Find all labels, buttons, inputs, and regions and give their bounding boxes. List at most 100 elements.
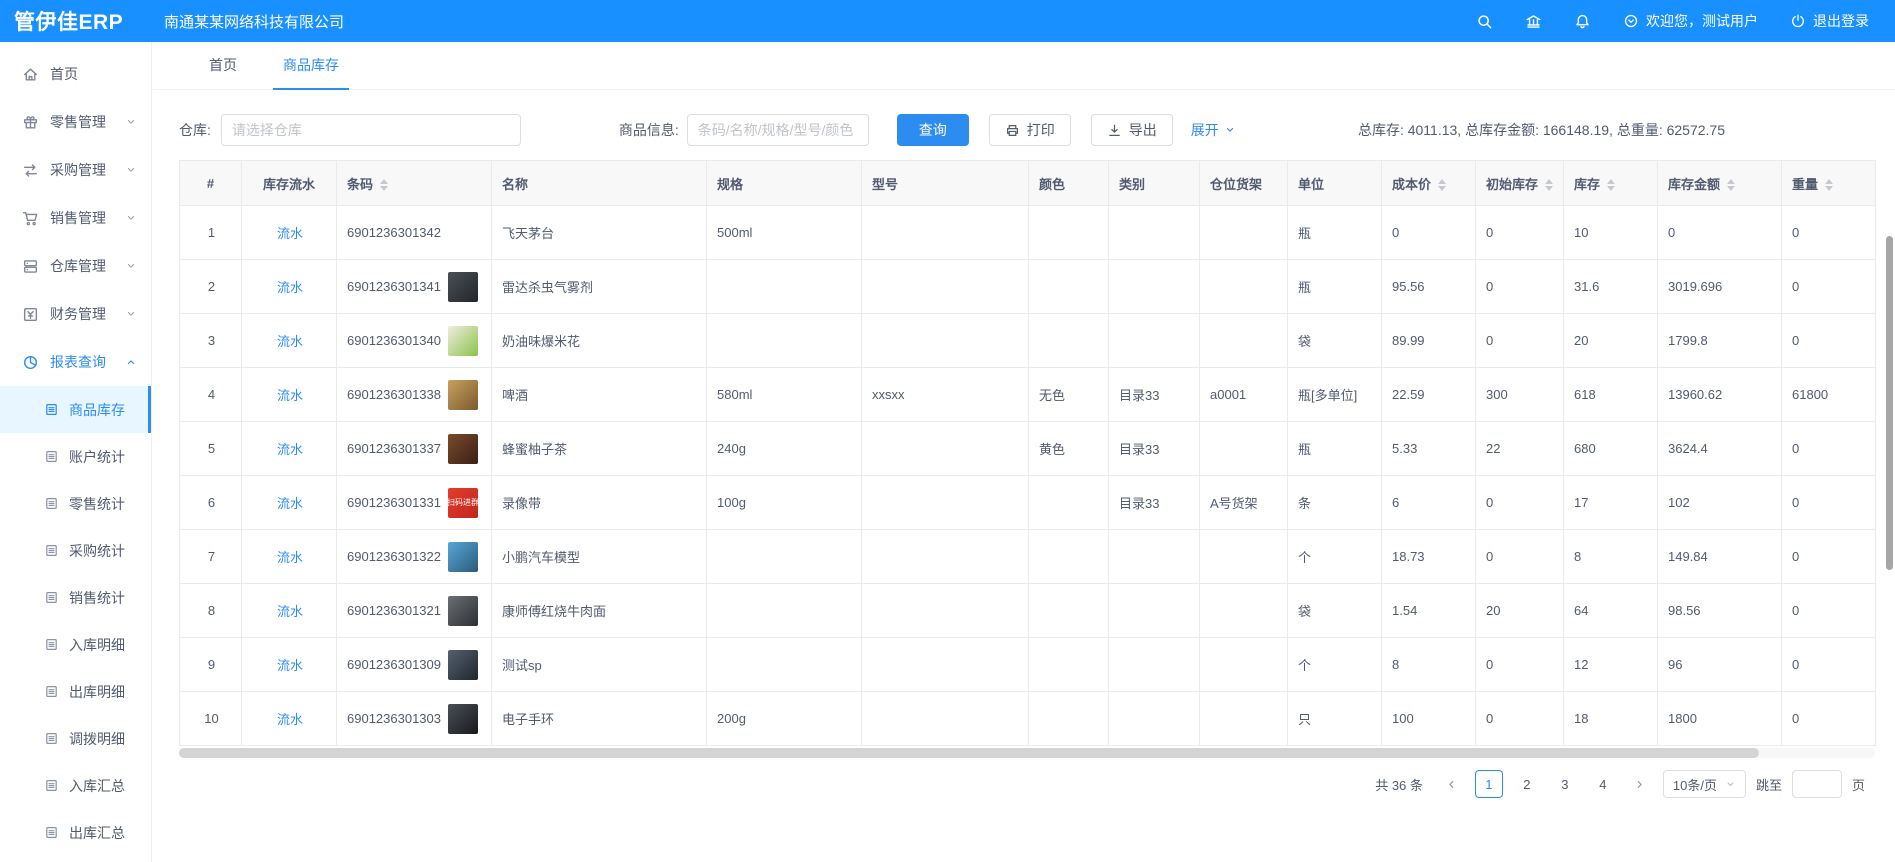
- sidebar-item-label: 零售管理: [50, 112, 106, 132]
- sort-asc-caret[interactable]: [380, 179, 388, 184]
- sidebar-subitem-purchase-stats[interactable]: 采购统计: [0, 527, 151, 574]
- sort-asc-caret[interactable]: [1825, 179, 1833, 184]
- cell-model: [862, 692, 1029, 746]
- sidebar-subitem-transfer-detail[interactable]: 调拨明细: [0, 715, 151, 762]
- cell-index: 6: [180, 476, 242, 530]
- jump-page-input[interactable]: [1792, 770, 1842, 798]
- sort-asc-caret[interactable]: [1545, 179, 1553, 184]
- sidebar-item-reports[interactable]: 报表查询: [0, 338, 151, 386]
- column-header-model: 型号: [862, 161, 1029, 206]
- print-button[interactable]: 打印: [989, 114, 1071, 146]
- horizontal-scrollbar-thumb[interactable]: [179, 748, 1759, 758]
- user-menu[interactable]: 欢迎您，测试用户: [1623, 11, 1758, 31]
- column-header-initial[interactable]: 初始库存: [1476, 161, 1564, 206]
- page-4[interactable]: 4: [1589, 770, 1617, 798]
- flow-link[interactable]: 流水: [277, 280, 303, 295]
- column-header-weight[interactable]: 重量: [1782, 161, 1876, 206]
- flow-link[interactable]: 流水: [277, 442, 303, 457]
- flow-link[interactable]: 流水: [277, 496, 303, 511]
- flow-link[interactable]: 流水: [277, 550, 303, 565]
- column-header-amount[interactable]: 库存金额: [1658, 161, 1782, 206]
- logout-button[interactable]: 退出登录: [1790, 11, 1869, 31]
- page-2[interactable]: 2: [1513, 770, 1541, 798]
- sort-desc-caret[interactable]: [380, 186, 388, 191]
- cell-initial-stock: 0: [1476, 638, 1564, 692]
- page-size-select[interactable]: 10条/页: [1663, 770, 1746, 798]
- prev-page-button[interactable]: [1439, 771, 1465, 797]
- sidebar-subitem-sales-stats[interactable]: 销售统计: [0, 574, 151, 621]
- expand-toggle[interactable]: 展开: [1191, 120, 1236, 140]
- tab-home[interactable]: 首页: [199, 55, 247, 90]
- logout-label: 退出登录: [1813, 11, 1869, 31]
- chevron-up-icon: [125, 356, 137, 368]
- flow-link[interactable]: 流水: [277, 388, 303, 403]
- bell-icon[interactable]: [1574, 13, 1591, 30]
- flow-link[interactable]: 流水: [277, 226, 303, 241]
- sort-carets[interactable]: [1825, 179, 1833, 191]
- cell-index: 2: [180, 260, 242, 314]
- sidebar-subitem-inbound-detail[interactable]: 入库明细: [0, 621, 151, 668]
- sort-desc-caret[interactable]: [1438, 186, 1446, 191]
- page-1[interactable]: 1: [1475, 770, 1503, 798]
- barcode-text: 6901236301309: [347, 657, 441, 672]
- sidebar-item-retail[interactable]: 零售管理: [0, 98, 151, 146]
- sidebar-item-sales[interactable]: 销售管理: [0, 194, 151, 242]
- page-3[interactable]: 3: [1551, 770, 1579, 798]
- next-page-button[interactable]: [1627, 771, 1653, 797]
- cell-color: [1029, 260, 1109, 314]
- chevron-down-icon: [125, 260, 137, 272]
- cell-shelf: [1200, 692, 1288, 746]
- sort-desc-caret[interactable]: [1825, 186, 1833, 191]
- stock-summary: 总库存: 4011.13, 总库存金额: 166148.19, 总重量: 625…: [1358, 120, 1875, 140]
- cell-cost: 22.59: [1382, 368, 1476, 422]
- flow-link[interactable]: 流水: [277, 712, 303, 727]
- sort-carets[interactable]: [1727, 179, 1735, 191]
- sidebar-item-finance[interactable]: 财务管理: [0, 290, 151, 338]
- sidebar-subitem-outbound-summary[interactable]: 出库汇总: [0, 809, 151, 856]
- cell-color: [1029, 584, 1109, 638]
- sort-asc-caret[interactable]: [1438, 179, 1446, 184]
- product-thumbnail: [448, 596, 478, 626]
- sort-carets[interactable]: [1607, 179, 1615, 191]
- sort-carets[interactable]: [1438, 179, 1446, 191]
- chevron-left-icon: [1445, 778, 1458, 791]
- sort-desc-caret[interactable]: [1727, 186, 1735, 191]
- column-header-barcode[interactable]: 条码: [337, 161, 492, 206]
- product-info-input[interactable]: [687, 114, 869, 146]
- flow-link[interactable]: 流水: [277, 334, 303, 349]
- tab-product-stock[interactable]: 商品库存: [273, 55, 349, 90]
- cell-initial-stock: 0: [1476, 692, 1564, 746]
- sidebar-item-purchase[interactable]: 采购管理: [0, 146, 151, 194]
- bank-icon[interactable]: [1525, 13, 1542, 30]
- column-header-cost[interactable]: 成本价: [1382, 161, 1476, 206]
- inventory-table-wrap: #库存流水条码名称规格型号颜色类别仓位货架单位成本价初始库存库存库存金额重量 1…: [179, 160, 1875, 746]
- sidebar-subitem-product-stock[interactable]: 商品库存: [0, 386, 151, 433]
- sidebar-item-warehouse[interactable]: 仓库管理: [0, 242, 151, 290]
- search-icon[interactable]: [1476, 13, 1493, 30]
- sidebar-subitem-outbound-detail[interactable]: 出库明细: [0, 668, 151, 715]
- export-button[interactable]: 导出: [1091, 114, 1173, 146]
- sidebar-subitem-inbound-summary[interactable]: 入库汇总: [0, 762, 151, 809]
- sort-asc-caret[interactable]: [1607, 179, 1615, 184]
- chevron-down-icon: [125, 116, 137, 128]
- sort-asc-caret[interactable]: [1727, 179, 1735, 184]
- sidebar-subitem-retail-stats[interactable]: 零售统计: [0, 480, 151, 527]
- flow-link[interactable]: 流水: [277, 658, 303, 673]
- barcode-wrap: 6901236301341: [347, 272, 483, 302]
- cell-stock: 8: [1564, 530, 1658, 584]
- search-button[interactable]: 查询: [897, 114, 969, 146]
- warehouse-select[interactable]: [221, 114, 521, 146]
- sort-desc-caret[interactable]: [1545, 186, 1553, 191]
- sidebar-item-home[interactable]: 首页: [0, 50, 151, 98]
- column-header-stock[interactable]: 库存: [1564, 161, 1658, 206]
- sidebar-subitem-account-stats[interactable]: 账户统计: [0, 433, 151, 480]
- sort-desc-caret[interactable]: [1607, 186, 1615, 191]
- flow-link[interactable]: 流水: [277, 604, 303, 619]
- sort-carets[interactable]: [380, 179, 388, 191]
- chevron-down-icon: [1725, 779, 1736, 790]
- vertical-scrollbar-thumb[interactable]: [1886, 236, 1893, 570]
- product-thumbnail: [448, 542, 478, 572]
- table-row: 8流水6901236301321康师傅红烧牛肉面袋1.54206498.560: [180, 584, 1876, 638]
- sort-carets[interactable]: [1545, 179, 1553, 191]
- product-thumbnail: 扫码进群: [448, 488, 478, 518]
